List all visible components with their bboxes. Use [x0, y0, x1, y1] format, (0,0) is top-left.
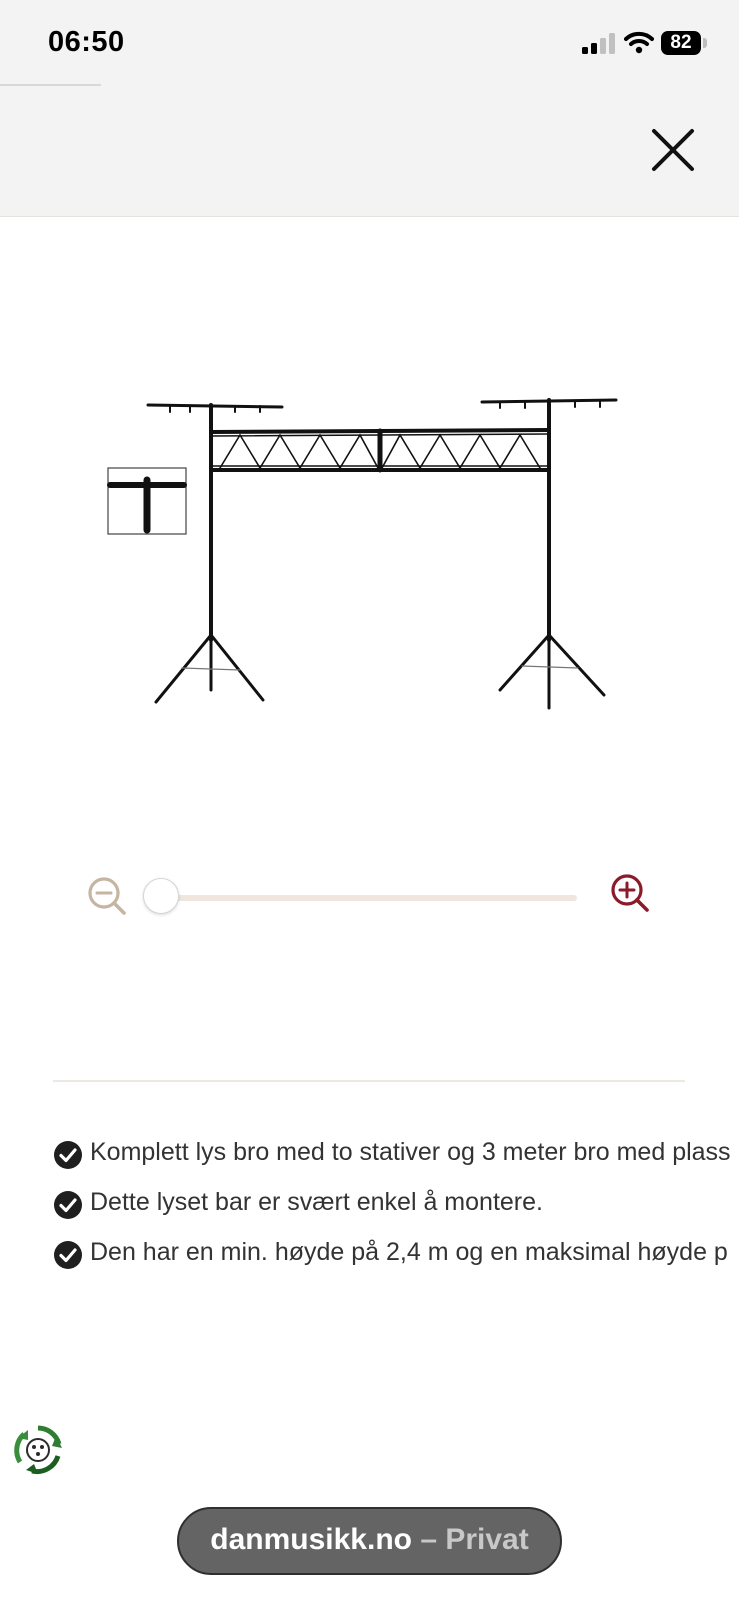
feature-text: Komplett lys bro med to stativer og 3 me…: [90, 1140, 731, 1166]
check-circle-icon: [54, 1241, 82, 1269]
product-image[interactable]: [100, 390, 640, 730]
zoom-slider-track[interactable]: [160, 895, 577, 901]
feature-list: Komplett lys bro med to stativer og 3 me…: [53, 1140, 739, 1290]
url-domain: danmusikk.no: [210, 1523, 412, 1556]
browser-address-pill[interactable]: danmusikk.no – Privat: [177, 1507, 562, 1575]
zoom-in-icon[interactable]: [609, 872, 653, 916]
wifi-icon: [624, 31, 654, 54]
battery-cap: [703, 38, 707, 48]
check-circle-icon: [54, 1141, 82, 1169]
check-circle-icon: [54, 1191, 82, 1219]
feature-item: Dette lyset bar er svært enkel å montere…: [53, 1188, 739, 1240]
private-mode-label: Privat: [445, 1523, 529, 1556]
zoom-out-icon[interactable]: [86, 875, 130, 919]
battery-icon: 82: [661, 31, 701, 55]
feature-text: Dette lyset bar er svært enkel å montere…: [90, 1188, 543, 1216]
zoom-slider-handle[interactable]: [143, 878, 179, 914]
status-time: 06:50: [48, 26, 125, 58]
feature-text: Den har en min. høyde på 2,4 m og en mak…: [90, 1238, 728, 1266]
feature-item: Komplett lys bro med to stativer og 3 me…: [53, 1140, 739, 1190]
modal-header: [0, 86, 739, 217]
close-icon[interactable]: [648, 125, 698, 175]
section-divider: [53, 1080, 685, 1082]
feature-item: Den har en min. høyde på 2,4 m og en mak…: [53, 1238, 739, 1290]
url-separator: –: [411, 1523, 446, 1556]
recycle-badge-icon[interactable]: [12, 1424, 64, 1476]
status-bar: 06:50 82: [0, 0, 739, 86]
signal-icon: [582, 32, 616, 54]
